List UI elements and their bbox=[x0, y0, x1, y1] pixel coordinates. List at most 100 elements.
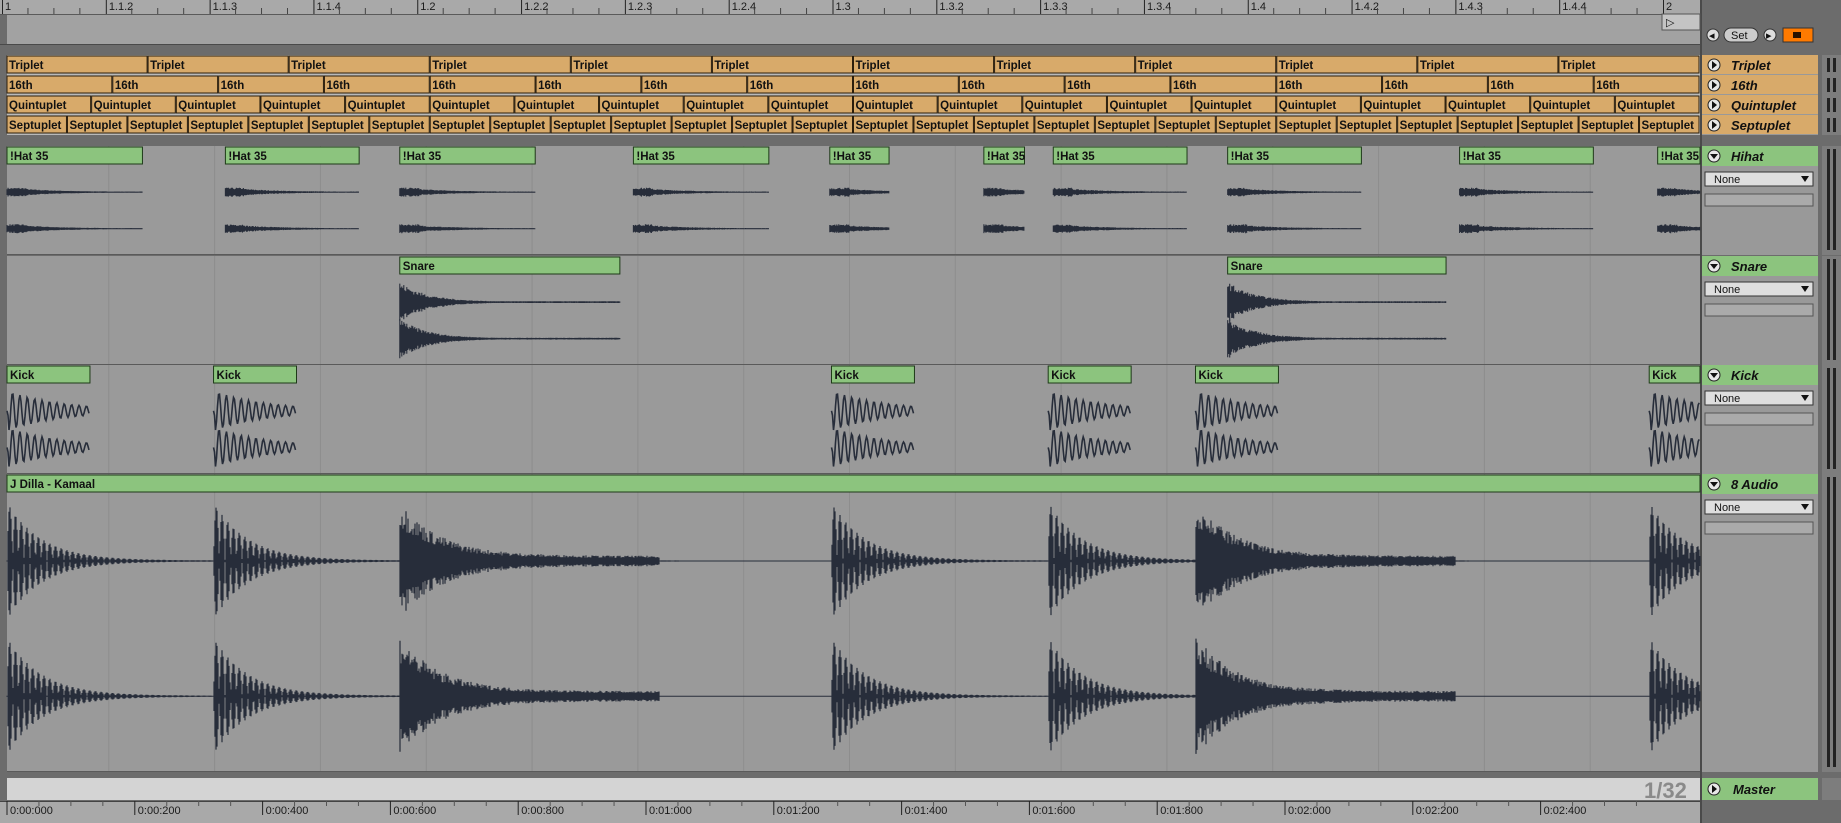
clip-name: Septuplet bbox=[1097, 120, 1150, 132]
grid-clip[interactable]: Quintuplet bbox=[6, 95, 92, 114]
grid-clip[interactable]: Septuplet bbox=[1397, 115, 1458, 134]
grid-clip[interactable]: Quintuplet bbox=[1614, 95, 1700, 114]
grid-clip[interactable]: Quintuplet bbox=[768, 95, 853, 114]
grid-clip[interactable]: 16th bbox=[1170, 75, 1277, 94]
clip-name: 16th bbox=[856, 80, 880, 92]
grid-clip[interactable]: 16th bbox=[6, 75, 113, 94]
beat-ruler[interactable]: 1 1.1.2 1.1.3 1.1.4 1.2 1.2.2 1.2.3 1.2.4 1.3 1.3… bbox=[0, 0, 1700, 45]
grid-clip[interactable]: 16th bbox=[853, 75, 959, 94]
grid-clip[interactable]: Septuplet bbox=[490, 115, 551, 134]
grid-clip[interactable]: Septuplet bbox=[1457, 115, 1519, 134]
grid-clip[interactable]: 16th bbox=[958, 75, 1065, 94]
grid-clip[interactable]: 16th bbox=[641, 75, 748, 94]
grid-clip[interactable]: Triplet bbox=[994, 55, 1136, 74]
grid-clip[interactable]: 16th bbox=[1487, 75, 1594, 94]
grid-clip[interactable]: Triplet bbox=[1558, 55, 1700, 74]
ruler-bar-label: 1.1.2 bbox=[109, 1, 133, 13]
grid-clip[interactable]: Septuplet bbox=[1094, 115, 1156, 134]
grid-clip[interactable]: 16th bbox=[323, 75, 430, 94]
grid-clip[interactable]: Quintuplet bbox=[1106, 95, 1192, 114]
grid-clip[interactable]: Quintuplet bbox=[1530, 95, 1615, 114]
arrangement-view: 1 1.1.2 1.1.3 1.1.4 1.2 1.2.2 1.2.3 1.2.4 1.3 1.3… bbox=[0, 0, 1841, 823]
grid-clip[interactable]: Septuplet bbox=[671, 115, 733, 134]
grid-clip[interactable]: Quintuplet bbox=[1191, 95, 1277, 114]
grid-clip[interactable]: Quintuplet bbox=[260, 95, 346, 114]
grid-clip[interactable]: Septuplet bbox=[611, 115, 672, 134]
input-channel-box[interactable] bbox=[1704, 193, 1814, 207]
grid-clip[interactable]: 16th bbox=[1593, 75, 1700, 94]
grid-clip[interactable]: 16th bbox=[1276, 75, 1383, 94]
track-lane-kick[interactable]: Kick Kick Kick Kick Kick Kick bbox=[6, 365, 1701, 474]
track-lane-septuplet[interactable]: Septuplet Septuplet Septuplet Septuplet Sept… bbox=[6, 115, 1700, 135]
grid-clip[interactable]: 16th bbox=[535, 75, 642, 94]
track-lane-hihat[interactable]: !Hat 35 !Hat 35 !Hat 35 !Hat 35 !Hat 35 !Hat … bbox=[6, 146, 1701, 255]
grid-clip[interactable]: Quintuplet bbox=[429, 95, 515, 114]
grid-clip[interactable]: Triplet bbox=[853, 55, 995, 74]
grid-clip[interactable]: Septuplet bbox=[973, 115, 1035, 134]
grid-clip[interactable]: Triplet bbox=[1417, 55, 1559, 74]
grid-clip[interactable]: Quintuplet bbox=[345, 95, 430, 114]
grid-clip[interactable]: Quintuplet bbox=[853, 95, 938, 114]
input-channel-box[interactable] bbox=[1704, 412, 1814, 426]
grid-clip[interactable]: 16th bbox=[429, 75, 536, 94]
grid-clip[interactable]: Septuplet bbox=[369, 115, 430, 134]
grid-clip[interactable]: Septuplet bbox=[1276, 115, 1337, 134]
grid-clip[interactable]: Quintuplet bbox=[1276, 95, 1361, 114]
grid-clip[interactable]: Septuplet bbox=[1518, 115, 1579, 134]
grid-clip[interactable]: Quintuplet bbox=[175, 95, 261, 114]
clip-name: Triplet bbox=[714, 60, 749, 72]
grid-clip[interactable]: 16th bbox=[747, 75, 853, 94]
grid-clip[interactable]: Quintuplet bbox=[1360, 95, 1446, 114]
track-lane-triplet[interactable]: Triplet Triplet Triplet Triplet Triplet Tripl… bbox=[6, 55, 1700, 75]
grid-clip[interactable]: Quintuplet bbox=[1022, 95, 1107, 114]
track-lane-quintuplet[interactable]: Quintuplet Quintuplet Quintuplet Quintuplet… bbox=[6, 95, 1700, 115]
grid-clip[interactable]: Septuplet bbox=[792, 115, 853, 134]
grid-clip[interactable]: Quintuplet bbox=[514, 95, 600, 114]
grid-clip[interactable]: Septuplet bbox=[1034, 115, 1095, 134]
grid-clip[interactable]: 16th bbox=[112, 75, 219, 94]
grid-clip[interactable]: Septuplet bbox=[248, 115, 309, 134]
grid-clip[interactable]: Septuplet bbox=[66, 115, 128, 134]
grid-clip[interactable]: Triplet bbox=[1135, 55, 1277, 74]
grid-clip[interactable]: Quintuplet bbox=[1445, 95, 1531, 114]
input-channel-box[interactable] bbox=[1704, 303, 1814, 317]
clip-name: Septuplet bbox=[1581, 120, 1634, 132]
grid-clip[interactable]: Quintuplet bbox=[599, 95, 684, 114]
lock-icon bbox=[1793, 32, 1801, 38]
grid-clip[interactable]: Septuplet bbox=[6, 115, 67, 134]
grid-clip[interactable]: Quintuplet bbox=[683, 95, 769, 114]
grid-clip[interactable]: Septuplet bbox=[1639, 115, 1700, 134]
grid-clip[interactable]: 16th bbox=[1382, 75, 1488, 94]
grid-clip[interactable]: Triplet bbox=[288, 55, 430, 74]
track-lane-audio8[interactable]: J Dilla - Kamaal bbox=[6, 474, 1701, 772]
grid-clip[interactable]: Septuplet bbox=[1155, 115, 1216, 134]
grid-clip[interactable]: Septuplet bbox=[187, 115, 249, 134]
grid-clip[interactable]: Triplet bbox=[6, 55, 148, 74]
grid-clip[interactable]: Triplet bbox=[1276, 55, 1418, 74]
grid-clip[interactable]: Triplet bbox=[711, 55, 854, 74]
grid-clip[interactable]: Septuplet bbox=[308, 115, 370, 134]
grid-clip[interactable]: Septuplet bbox=[1336, 115, 1398, 134]
clip-name: Quintuplet bbox=[940, 100, 998, 112]
grid-clip[interactable]: Quintuplet bbox=[937, 95, 1023, 114]
grid-clip[interactable]: Triplet bbox=[147, 55, 289, 74]
grid-clip[interactable]: Septuplet bbox=[853, 115, 914, 134]
scrub-area[interactable] bbox=[7, 14, 1700, 44]
grid-clip[interactable]: 16th bbox=[1064, 75, 1171, 94]
grid-clip[interactable]: Quintuplet bbox=[91, 95, 176, 114]
track-lane-16th[interactable]: 16th 16th 16th 16th 16th 16th 16th 16th 16th 16th… bbox=[6, 75, 1700, 95]
grid-clip[interactable]: Septuplet bbox=[1578, 115, 1640, 134]
grid-clip[interactable]: Triplet bbox=[429, 55, 571, 74]
scrollbar[interactable] bbox=[7, 778, 1700, 800]
grid-clip[interactable]: Septuplet bbox=[550, 115, 612, 134]
track-lane-snare[interactable]: Snare Snare bbox=[7, 256, 1700, 365]
grid-clip[interactable]: Triplet bbox=[570, 55, 712, 74]
input-channel-box[interactable] bbox=[1704, 521, 1814, 535]
grid-clip[interactable]: Septuplet bbox=[127, 115, 188, 134]
grid-clip[interactable]: Septuplet bbox=[1215, 115, 1277, 134]
grid-clip[interactable]: Septuplet bbox=[913, 115, 974, 134]
grid-clip[interactable]: Septuplet bbox=[429, 115, 491, 134]
grid-clip[interactable]: Septuplet bbox=[732, 115, 793, 134]
clip-name: Quintuplet bbox=[1194, 100, 1252, 112]
grid-clip[interactable]: 16th bbox=[218, 75, 324, 94]
